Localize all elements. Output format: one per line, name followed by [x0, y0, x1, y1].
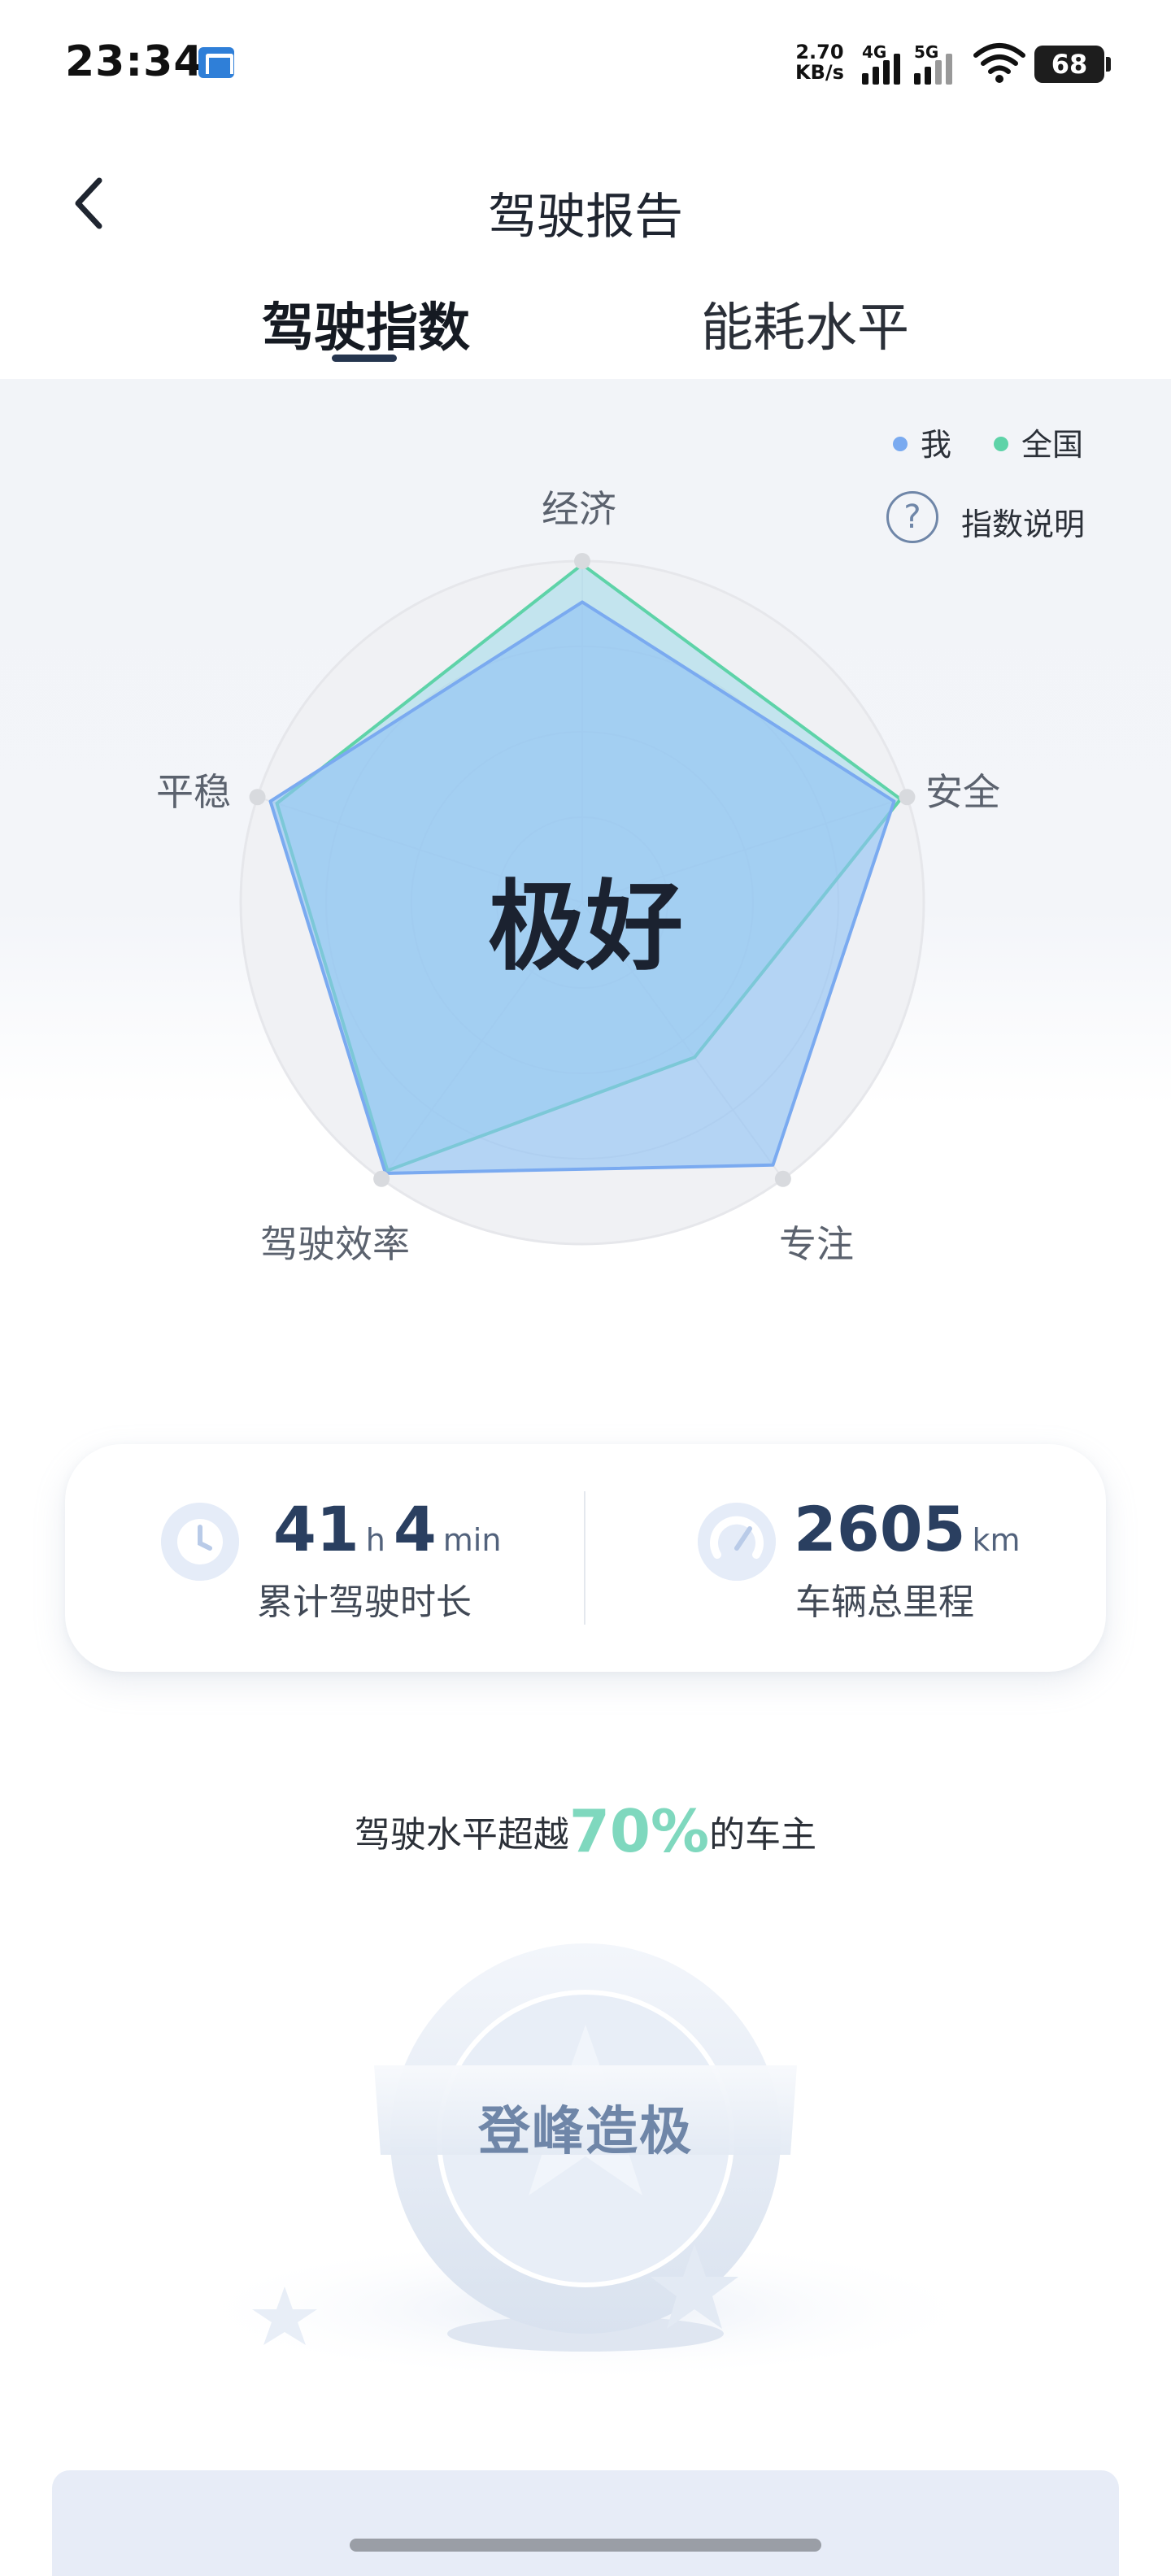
signal-4g-icon: 4G [862, 42, 909, 85]
stats-divider [584, 1491, 586, 1625]
clock-icon [161, 1503, 239, 1581]
signal-5g-icon: 5G [914, 42, 961, 85]
radar-axis-dot [373, 1170, 390, 1187]
honda-app-icon [198, 47, 234, 78]
status-bar: 23:34 2.70 KB/s 4G 5G 68 [0, 0, 1171, 130]
network-speed: 2.70 KB/s [795, 42, 844, 83]
minutes-unit: min [442, 1522, 502, 1558]
ranking-suffix: 的车主 [709, 1814, 817, 1856]
legend-national-dot [994, 436, 1008, 451]
radar-axis-dot [774, 1170, 791, 1187]
network-speed-unit: KB/s [795, 61, 844, 84]
network-speed-value: 2.70 [795, 41, 844, 63]
battery-indicator: 68 [1034, 46, 1111, 83]
tab-energy-level[interactable]: 能耗水平 [699, 286, 911, 361]
status-time: 23:34 [65, 37, 204, 86]
legend-me-dot [893, 436, 908, 451]
radar-axis-dot [574, 553, 590, 569]
signal-4g-label: 4G [862, 42, 887, 62]
active-tab-indicator [332, 355, 397, 362]
mileage-value: 2605 km [794, 1493, 1029, 1565]
radar-axis-dot [899, 789, 916, 806]
signal-5g-label: 5G [914, 42, 939, 62]
ranking-text: 驾驶水平超越70%的车主 [0, 1792, 1171, 1865]
badge-title: 登峰造极 [478, 2102, 693, 2162]
mileage-unit: km [972, 1522, 1021, 1558]
radar-axis-label: 专注 [779, 1222, 854, 1266]
drive-time-label: 累计驾驶时长 [257, 1582, 472, 1623]
hours-unit: h [365, 1522, 385, 1558]
drive-minutes: 4 [393, 1493, 437, 1565]
mileage-label: 车辆总里程 [795, 1582, 974, 1623]
radar-axis-label: 驾驶效率 [260, 1222, 410, 1266]
next-section-panel [52, 2470, 1119, 2576]
driving-stats-card: 41 h 4 min 累计驾驶时长 2605 km 车辆总里程 [65, 1444, 1106, 1672]
radar-axis-label: 经济 [542, 487, 616, 531]
mileage-number: 2605 [794, 1493, 966, 1565]
speedometer-icon [698, 1503, 776, 1581]
page-title: 驾驶报告 [488, 189, 683, 246]
tab-driving-index[interactable]: 驾驶指数 [260, 286, 472, 361]
ranking-prefix: 驾驶水平超越 [354, 1814, 569, 1856]
drive-time-value: 41 h 4 min [273, 1493, 509, 1565]
ranking-percent: 70% [568, 1797, 710, 1865]
drive-hours: 41 [273, 1493, 359, 1565]
radar-axis-dot [249, 789, 266, 806]
radar-axis-label: 平稳 [156, 770, 231, 814]
driving-rating: 极好 [488, 871, 683, 984]
home-indicator[interactable] [350, 2539, 821, 2552]
radar-axis-label: 安全 [925, 770, 1000, 814]
wifi-icon [973, 43, 1025, 83]
report-tabs: 驾驶指数 能耗水平 [0, 286, 1171, 368]
